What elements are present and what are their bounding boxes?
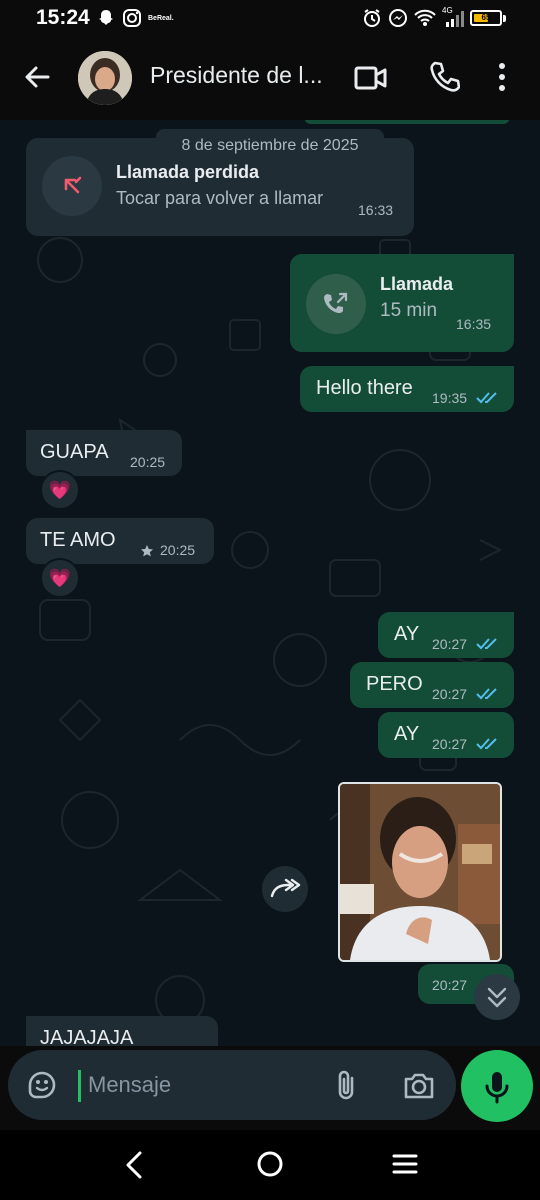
message-bubble-pero[interactable]: PERO 20:27 [350, 662, 514, 708]
missed-call-title: Llamada perdida [116, 162, 260, 182]
scroll-to-bottom-button[interactable] [474, 974, 520, 1020]
camera-icon[interactable] [402, 1069, 436, 1101]
forward-button[interactable] [262, 866, 308, 912]
sticker-icon[interactable] [26, 1069, 58, 1101]
date-separator: 8 de septiembre de 2025 [156, 129, 384, 163]
alarm-icon [364, 9, 380, 27]
battery-icon: 65 [470, 10, 502, 26]
message-input[interactable]: Mensaje [8, 1050, 456, 1120]
snapchat-icon [99, 10, 113, 25]
attach-icon[interactable] [334, 1068, 358, 1102]
mic-button[interactable] [461, 1050, 533, 1122]
message-time: 20:27 [432, 736, 468, 752]
message-text: JAJAJAJA [40, 1027, 134, 1046]
more-options-icon[interactable] [496, 60, 508, 94]
call-time: 16:35 [456, 316, 492, 332]
reaction-badge[interactable]: 💗 [40, 470, 80, 510]
call-title: Llamada [380, 274, 454, 294]
call-bubble[interactable]: Llamada 15 min 16:35 [290, 254, 514, 352]
instagram-icon [123, 9, 141, 27]
missed-call-subtitle: Tocar para volver a llamar [116, 188, 324, 208]
star-icon [141, 545, 153, 557]
phone-icon[interactable] [428, 60, 460, 94]
text-caret [78, 1070, 81, 1102]
message-bubble-ay[interactable]: AY 20:27 [378, 612, 514, 658]
video-call-icon[interactable] [354, 62, 388, 94]
contact-name[interactable]: Presidente de l... [150, 62, 323, 89]
photo-thumbnail [340, 784, 500, 960]
missed-call-icon [64, 176, 82, 194]
message-bubble-ay-2[interactable]: AY 20:27 [378, 712, 514, 758]
read-ticks-icon [476, 392, 497, 404]
forward-icon [270, 878, 301, 898]
message-bubble-teamo[interactable]: TE AMO 20:25 [26, 518, 214, 564]
message-time: 20:27 [432, 636, 468, 652]
message-placeholder: Mensaje [88, 1072, 172, 1097]
chat-header: Presidente de l... [0, 38, 540, 120]
message-text: AY [394, 623, 420, 645]
call-duration: 15 min [380, 300, 438, 321]
message-bubble-partial [304, 120, 510, 124]
chat-area[interactable]: Llamada perdida Tocar para volver a llam… [0, 120, 540, 1046]
battery-text: 65 [481, 13, 491, 22]
reaction-badge[interactable]: 💗 [40, 558, 80, 598]
message-composer: Mensaje [0, 1046, 540, 1130]
outgoing-call-icon [324, 292, 348, 313]
message-text: PERO [366, 673, 423, 695]
message-text: TE AMO [40, 529, 116, 551]
message-bubble-jajajaja[interactable]: JAJAJAJA [26, 1016, 218, 1046]
back-arrow-icon[interactable] [20, 60, 54, 94]
double-chevron-down-icon [487, 987, 507, 1008]
mic-icon [485, 1072, 509, 1104]
heart-reaction-icon: 💗 [48, 479, 72, 500]
image-message[interactable] [338, 782, 502, 962]
message-time: 20:25 [160, 542, 196, 558]
read-ticks-icon [476, 638, 497, 650]
bereal-icon: BeReal. [148, 14, 174, 22]
message-time: 20:27 [432, 977, 468, 993]
nav-back-icon[interactable] [122, 1150, 146, 1180]
message-bubble-hello[interactable]: Hello there 19:35 [300, 366, 514, 412]
message-time: 19:35 [432, 390, 468, 406]
message-text: Hello there [316, 377, 413, 399]
message-time: 20:27 [432, 686, 468, 702]
missed-call-time: 16:33 [358, 202, 394, 218]
message-time: 20:25 [130, 454, 166, 470]
missed-call-icon-bg [42, 156, 102, 216]
message-text: AY [394, 723, 420, 745]
wifi-icon [414, 9, 436, 26]
nav-home-icon[interactable] [256, 1150, 284, 1178]
message-text: GUAPA [40, 441, 109, 463]
nav-menu-icon[interactable] [392, 1152, 418, 1176]
status-bar: 15:24 BeReal. 4G 65 [0, 0, 540, 38]
system-nav-bar [0, 1130, 540, 1200]
messenger-icon [389, 9, 407, 27]
read-ticks-icon [476, 688, 497, 700]
message-bubble-guapa[interactable]: GUAPA 20:25 [26, 430, 182, 476]
read-ticks-icon [476, 738, 497, 750]
contact-avatar[interactable] [78, 51, 132, 105]
heart-reaction-icon: 💗 [48, 567, 72, 588]
signal-icon: 4G [442, 6, 464, 28]
status-time: 15:24 [36, 6, 90, 29]
